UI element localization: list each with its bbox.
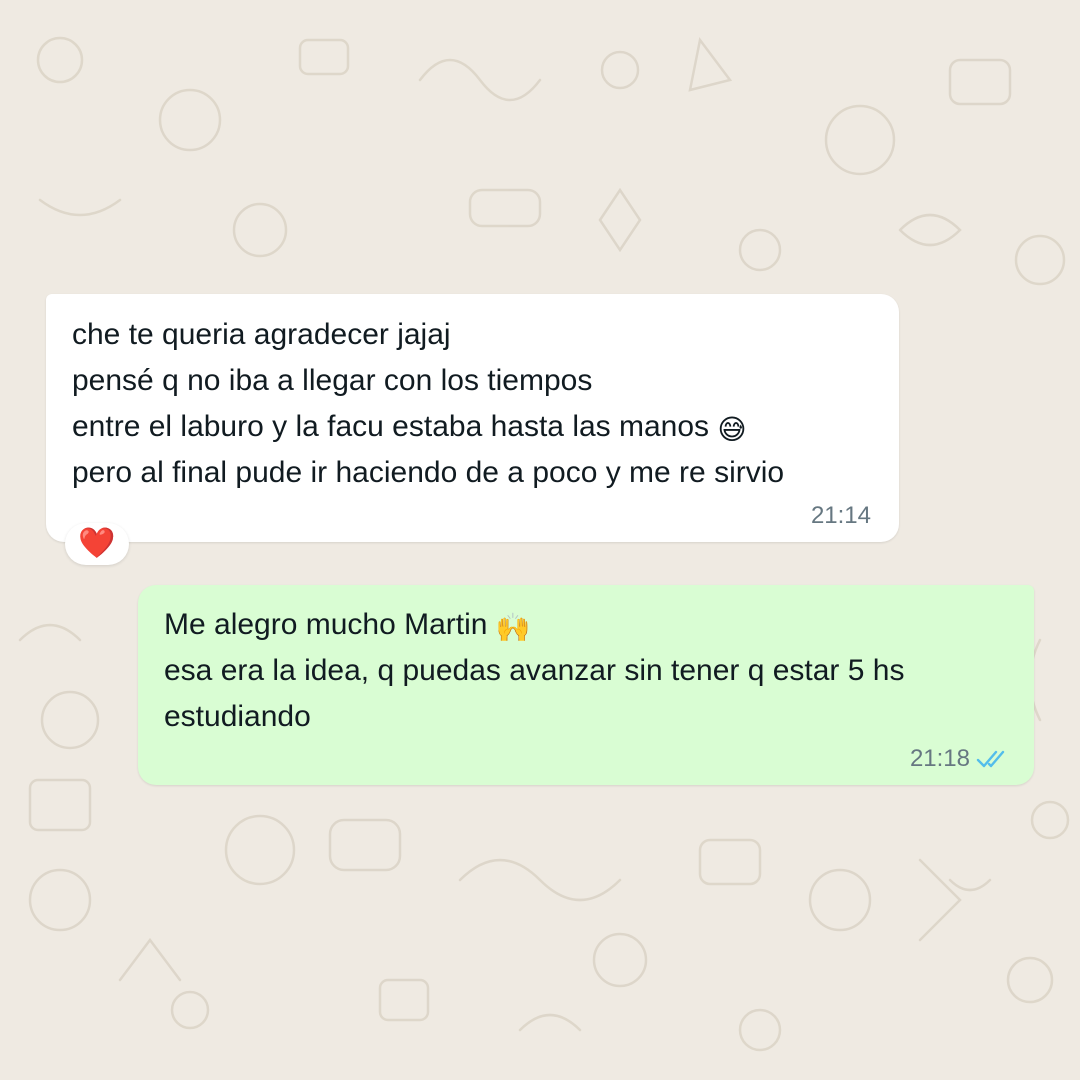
message-time: 21:18 <box>909 745 970 772</box>
incoming-message-bubble[interactable]: che te queria agradecer jajaj pensé q no… <box>46 294 899 542</box>
message-line: estudiando <box>164 700 311 733</box>
message-meta: 21:14 <box>811 502 871 530</box>
message-line: che te queria agradecer jajaj <box>72 318 451 351</box>
message-meta: 21:18 <box>910 745 1010 773</box>
sweat-smile-emoji-icon: 😅 <box>717 413 747 446</box>
message-line: esa era la idea, q puedas avanzar sin te… <box>164 654 905 687</box>
message-line: pensé q no iba a llegar con los tiempos <box>72 364 593 397</box>
message-time: 21:14 <box>810 502 871 529</box>
reaction-badge[interactable]: ❤️ <box>65 523 129 565</box>
message-line-text: Me alegro mucho Martin <box>164 608 488 641</box>
message-line: pero al final pude ir haciendo de a poco… <box>72 456 785 489</box>
message-line: Me alegro mucho Martin 🙌 <box>164 602 1008 648</box>
double-check-read-icon <box>976 749 1010 769</box>
outgoing-message-bubble[interactable]: Me alegro mucho Martin 🙌 esa era la idea… <box>138 585 1034 785</box>
message-line-text: entre el laburo y la facu estaba hasta l… <box>72 410 710 443</box>
raising-hands-emoji-icon: 🙌 <box>495 611 531 644</box>
message-line: entre el laburo y la facu estaba hasta l… <box>72 404 873 450</box>
heart-reaction-icon: ❤️ <box>78 526 116 561</box>
